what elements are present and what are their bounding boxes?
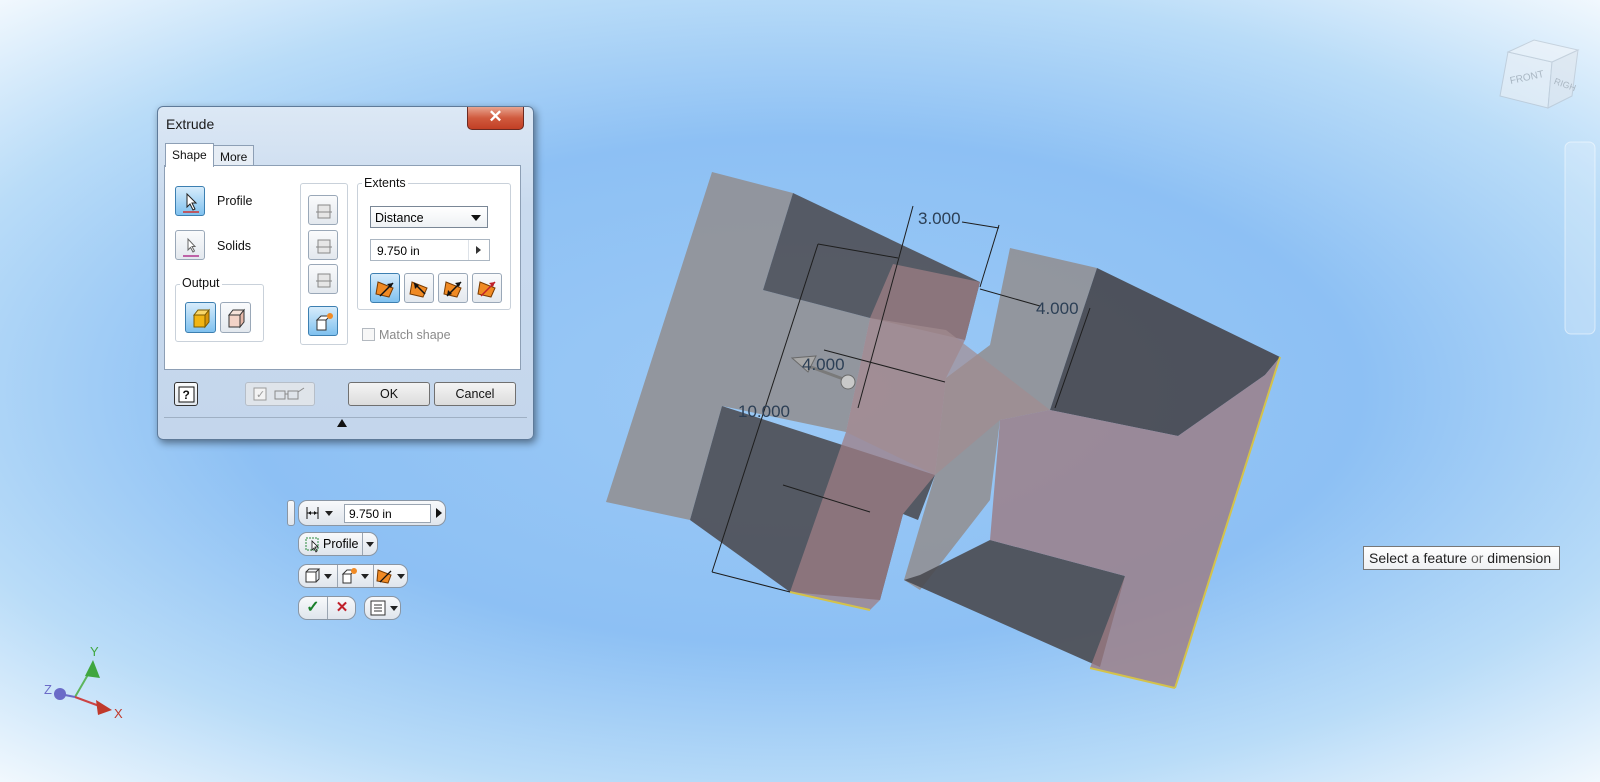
preview-toggle[interactable]: ✓ xyxy=(245,382,315,406)
distance-input[interactable]: 9.750 in xyxy=(370,239,490,261)
triad-x-label: X xyxy=(114,706,123,721)
profile-toolbar-button[interactable]: Profile xyxy=(298,532,378,556)
direction-flipped-button[interactable] xyxy=(404,273,434,303)
confirm-toolbar-row: ✓ ✕ xyxy=(298,596,356,620)
output-dropdown[interactable] xyxy=(301,565,335,587)
profile-select-button[interactable] xyxy=(175,186,205,216)
extents-type-value: Distance xyxy=(375,211,424,225)
extents-label: Extents xyxy=(362,176,408,190)
operation-icon xyxy=(316,273,332,288)
operation-icon xyxy=(316,239,332,254)
mini-toolbar-grip[interactable] xyxy=(287,500,295,526)
divider xyxy=(362,533,363,555)
output-surface-button[interactable] xyxy=(220,302,251,333)
triad-y-label: Y xyxy=(90,644,99,659)
cursor-select-icon xyxy=(183,192,199,213)
view-cube[interactable]: FRONT RIGH xyxy=(1499,39,1580,109)
direction-icon xyxy=(477,281,496,298)
match-shape-label: Match shape xyxy=(379,328,451,342)
operation-icon xyxy=(316,204,332,219)
direction-icon xyxy=(376,569,392,584)
preview-check-glyph: ✓ xyxy=(256,388,265,401)
tab-shape[interactable]: Shape xyxy=(165,143,214,167)
shape-tab-panel: Profile Solids Output Extents Distance 9… xyxy=(164,165,521,370)
help-glyph: ? xyxy=(183,388,190,402)
tab-more[interactable]: More xyxy=(213,145,255,166)
chevron-down-icon xyxy=(397,574,405,579)
new-solid-button[interactable] xyxy=(308,306,338,336)
expand-arrow-icon xyxy=(436,508,442,518)
solids-label: Solids xyxy=(217,239,252,253)
dimension-center-depth[interactable]: 4.000 xyxy=(802,355,845,374)
direction-icon xyxy=(443,281,462,298)
tooltip-suffix: dimension xyxy=(1487,550,1552,566)
glasses-icon: ✓ xyxy=(253,387,305,401)
tooltip-prefix: Select a feature xyxy=(1369,550,1468,566)
mini-distance-input[interactable]: 9.750 in xyxy=(344,504,431,523)
options-toolbar-row xyxy=(298,564,408,588)
close-button[interactable]: ✕ xyxy=(467,107,524,130)
help-icon: ? xyxy=(178,386,195,403)
solids-select-button[interactable] xyxy=(175,230,205,260)
chevron-down-icon xyxy=(471,215,481,221)
chevron-down-icon xyxy=(324,574,332,579)
expand-arrow-icon[interactable] xyxy=(468,240,489,260)
intersect-operation-button[interactable] xyxy=(308,264,338,294)
join-operation-button[interactable] xyxy=(308,195,338,225)
navigation-bar[interactable] xyxy=(1564,141,1596,335)
operation-dropdown[interactable] xyxy=(337,565,372,587)
direction-asymmetric-button[interactable] xyxy=(472,273,502,303)
profile-icon xyxy=(305,537,319,553)
dialog-title: Extrude xyxy=(166,116,215,132)
help-button[interactable]: ? xyxy=(174,382,198,406)
profile-label: Profile xyxy=(217,194,253,208)
coordinate-triad: Y X Z xyxy=(44,644,123,721)
solid-join-icon xyxy=(192,308,211,329)
distance-value: 9.750 in xyxy=(377,244,420,258)
extrude-dialog[interactable]: Extrude ✕ Shape More Profile Solids Outp… xyxy=(157,106,534,440)
output-solid-button[interactable] xyxy=(185,302,216,333)
graphics-viewport[interactable]: 3.000 4.000 4.000 10.000 FRONT RIGH Y X … xyxy=(0,0,1600,782)
profile-toolbar-label: Profile xyxy=(323,537,359,551)
extent-type-dropdown[interactable] xyxy=(301,501,337,525)
list-options-icon xyxy=(370,600,386,616)
mini-toolbar-options-button[interactable] xyxy=(364,596,401,620)
checkbox-box xyxy=(362,328,375,341)
distance-expand-arrow[interactable] xyxy=(433,501,445,525)
selection-hint-tooltip: Select a feature or dimension xyxy=(1363,546,1560,570)
triad-z-label: Z xyxy=(44,682,52,697)
solid-join-icon xyxy=(305,568,321,583)
chevron-down-icon xyxy=(366,542,374,547)
chevron-down-icon xyxy=(325,511,333,516)
checkmark-icon[interactable]: ✓ xyxy=(299,597,327,619)
chevron-down-icon xyxy=(390,606,398,611)
dimension-top-width[interactable]: 3.000 xyxy=(918,209,961,228)
cancel-button[interactable]: Cancel xyxy=(434,382,516,406)
direction-symmetric-button[interactable] xyxy=(438,273,468,303)
tooltip-or: or xyxy=(1470,550,1484,566)
ok-button[interactable]: OK xyxy=(348,382,430,406)
direction-icon xyxy=(409,281,428,298)
close-icon[interactable]: ✕ xyxy=(327,597,356,619)
direction-dropdown[interactable] xyxy=(373,565,408,587)
direction-icon xyxy=(375,281,394,298)
output-label: Output xyxy=(180,276,222,290)
chevron-down-icon xyxy=(361,574,369,579)
dimension-right-height[interactable]: 4.000 xyxy=(1036,299,1079,318)
match-shape-checkbox[interactable]: Match shape xyxy=(362,328,451,342)
direction-default-button[interactable] xyxy=(370,273,400,303)
new-solid-icon xyxy=(341,568,357,584)
cut-operation-button[interactable] xyxy=(308,230,338,260)
cursor-select-icon xyxy=(183,237,199,257)
surface-icon xyxy=(227,308,246,329)
collapse-arrow-icon[interactable] xyxy=(337,419,347,427)
extents-type-select[interactable]: Distance xyxy=(370,206,488,228)
dimension-left-height[interactable]: 10.000 xyxy=(738,402,790,421)
new-solid-icon xyxy=(315,313,333,331)
